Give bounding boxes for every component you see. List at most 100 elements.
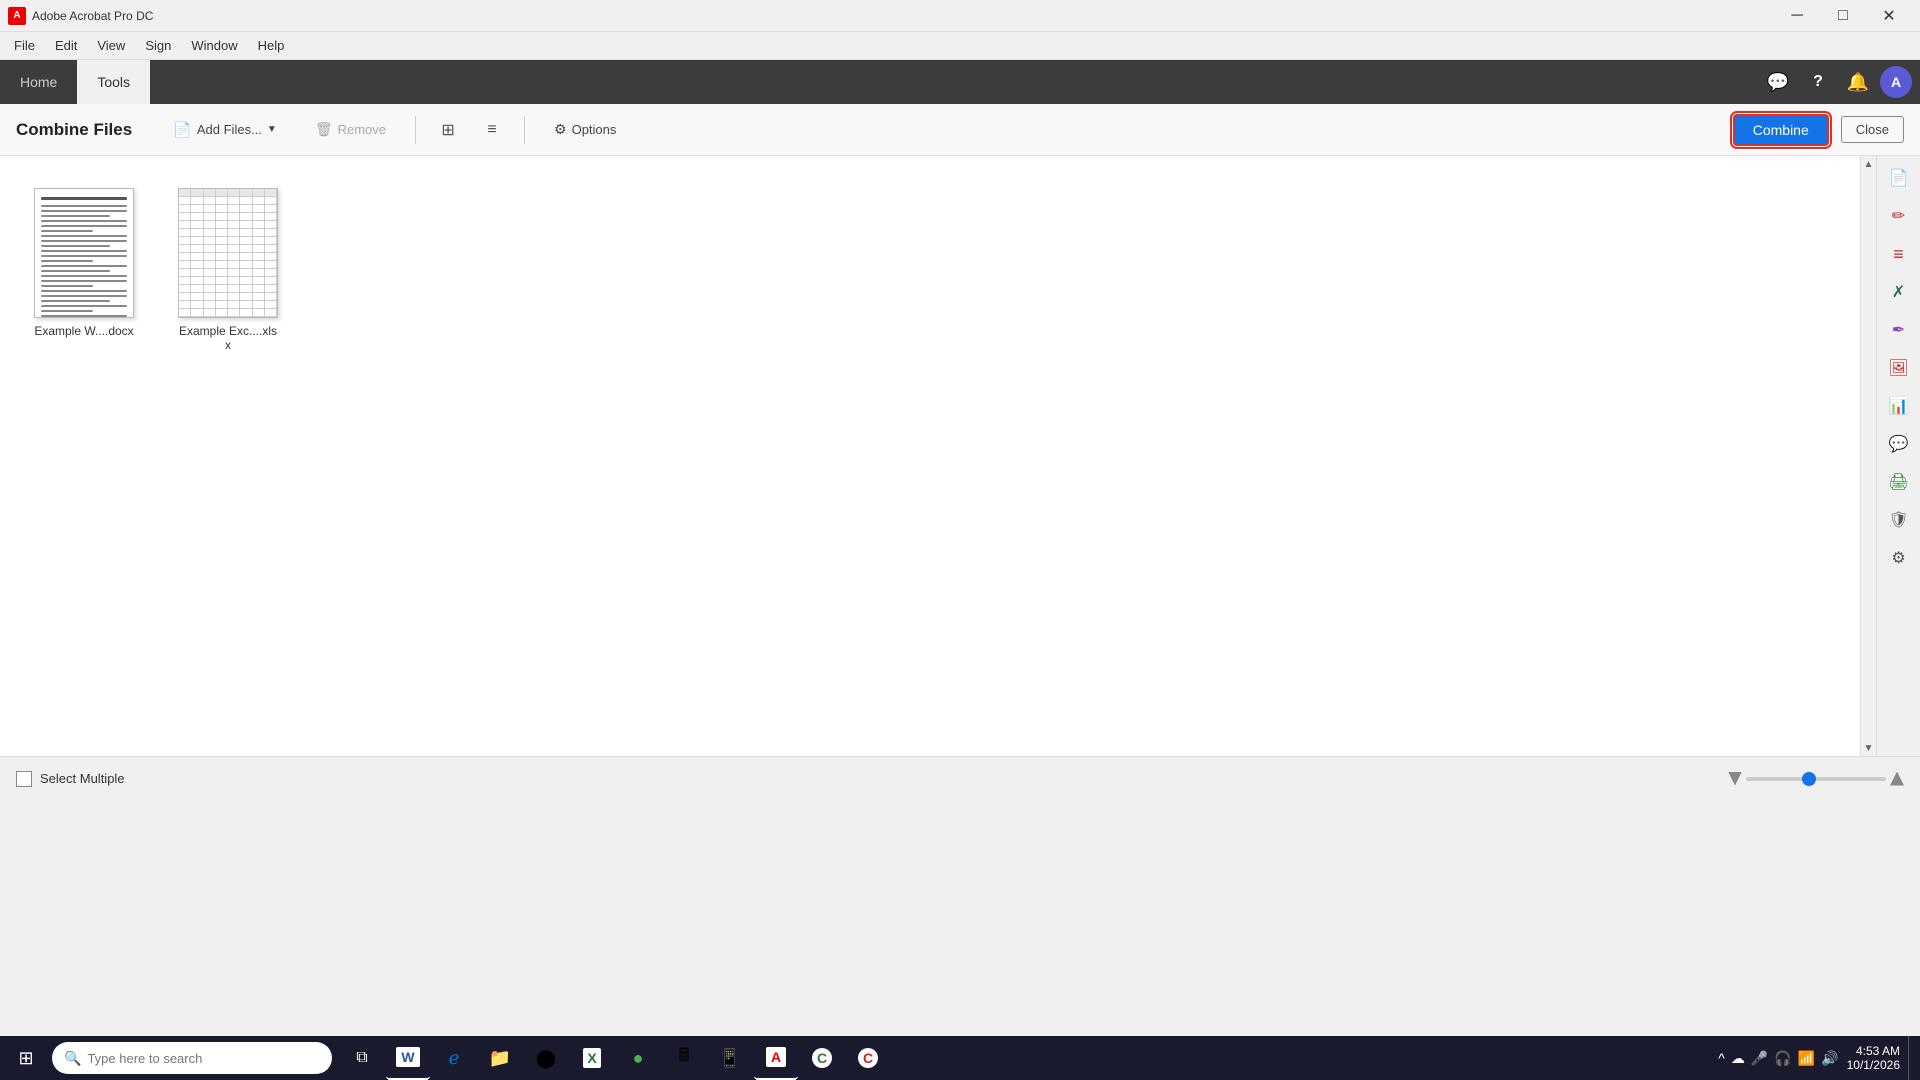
taskbar-app-edge[interactable]: ℯ: [432, 1036, 476, 1080]
menu-help[interactable]: Help: [248, 34, 295, 57]
tray-cloud-icon[interactable]: ☁: [1731, 1050, 1745, 1067]
taskbar: ⊞ 🔍 ⧉ W ℯ 📁 ⬤ X ● 🖩 📱: [0, 1036, 1920, 1080]
scroll-down-arrow[interactable]: ▼: [1861, 740, 1877, 756]
menu-view[interactable]: View: [87, 34, 135, 57]
sidebar-tool-print[interactable]: 🖨: [1881, 464, 1917, 500]
scroll-up-arrow[interactable]: ▲: [1861, 156, 1877, 172]
taskbar-app-explorer[interactable]: 📁: [478, 1036, 522, 1080]
calculator-icon: 🖩: [679, 1043, 690, 1073]
green-app-icon: ●: [633, 1048, 644, 1069]
taskbar-time[interactable]: 4:53 AM 10/1/2026: [1847, 1044, 1908, 1072]
sidebar-tool-organize[interactable]: ≡: [1881, 236, 1917, 272]
right-sidebar: 📄 ✏ ≡ ✗ ✒ 🖼 📊 💬 🖨 🛡 ⚙: [1876, 156, 1920, 756]
minimize-button[interactable]: ─: [1774, 0, 1820, 32]
list-item[interactable]: Example Exc....xlsx: [168, 180, 288, 360]
list-item[interactable]: Example W....docx: [24, 180, 144, 360]
file-thumbnail-docx: [34, 188, 134, 318]
grid-view-button[interactable]: ⊞: [432, 114, 464, 146]
tray-wifi-icon[interactable]: 📶: [1798, 1050, 1815, 1067]
taskbar-app-green[interactable]: ●: [616, 1036, 660, 1080]
search-input[interactable]: [87, 1051, 320, 1066]
help-icon-btn[interactable]: ?: [1800, 64, 1836, 100]
file-area: Example W....docx: [0, 156, 1860, 756]
image-sidebar-icon: 🖼: [1888, 358, 1908, 378]
c1-icon: C: [812, 1048, 832, 1068]
taskbar-search-box[interactable]: 🔍: [52, 1042, 332, 1074]
sidebar-tool-settings[interactable]: ⚙: [1881, 540, 1917, 576]
sidebar-tool-sign[interactable]: ✒: [1881, 312, 1917, 348]
select-multiple-area: Select Multiple: [16, 771, 125, 787]
select-multiple-checkbox[interactable]: [16, 771, 32, 787]
sidebar-tool-edit[interactable]: ✏: [1881, 198, 1917, 234]
comment-sidebar-icon: 💬: [1889, 434, 1909, 454]
edge-icon: ℯ: [449, 1048, 460, 1069]
taskbar-tray: ^ ☁ 🎤 🎧 📶 🔊: [1718, 1050, 1846, 1067]
data-sidebar-icon: 📊: [1889, 396, 1909, 416]
close-window-button[interactable]: ✕: [1866, 0, 1912, 32]
taskbar-app-chrome[interactable]: ⬤: [524, 1036, 568, 1080]
taskbar-app-c1[interactable]: C: [800, 1036, 844, 1080]
remove-button[interactable]: 🗑 Remove: [302, 114, 399, 145]
file-thumbnail-xlsx: [178, 188, 278, 318]
tab-home[interactable]: Home: [0, 60, 77, 104]
close-panel-button[interactable]: Close: [1841, 116, 1904, 143]
sidebar-tool-image[interactable]: 🖼: [1881, 350, 1917, 386]
tray-headset-icon[interactable]: 🎧: [1774, 1050, 1791, 1067]
sidebar-tool-security[interactable]: 🛡: [1881, 502, 1917, 538]
sidebar-tool-comment[interactable]: 💬: [1881, 426, 1917, 462]
zoom-controls: [1728, 772, 1904, 786]
toolbar-title: Combine Files: [16, 120, 132, 140]
acrobat-icon: A: [766, 1047, 786, 1067]
start-button[interactable]: ⊞: [4, 1036, 48, 1080]
options-gear-icon: ⚙: [554, 121, 567, 138]
word-icon: W: [396, 1047, 419, 1067]
add-files-button[interactable]: 📄 Add Files... ▼: [160, 114, 290, 146]
zoom-in-button[interactable]: [1890, 772, 1904, 786]
nav-bar: Home Tools 💬 ? 🔔 A: [0, 60, 1920, 104]
menu-file[interactable]: File: [4, 34, 45, 57]
show-desktop-button[interactable]: [1908, 1036, 1916, 1080]
remove-icon: 🗑: [315, 121, 333, 138]
grid-icon: ⊞: [441, 120, 454, 140]
taskbar-app-excel[interactable]: X: [570, 1036, 614, 1080]
chat-icon-btn[interactable]: 💬: [1760, 64, 1796, 100]
restore-button[interactable]: □: [1820, 0, 1866, 32]
taskbar-app-taskview[interactable]: ⧉: [340, 1036, 384, 1080]
combine-button[interactable]: Combine: [1733, 114, 1829, 146]
clock-date: 10/1/2026: [1847, 1058, 1900, 1072]
scroll-track[interactable]: [1861, 172, 1877, 740]
taskbar-app-word[interactable]: W: [386, 1036, 430, 1080]
help-icon: ?: [1813, 73, 1823, 91]
title-bar: A Adobe Acrobat Pro DC ─ □ ✕: [0, 0, 1920, 32]
taskbar-app-calculator[interactable]: 🖩: [662, 1036, 706, 1080]
nav-icons: 💬 ? 🔔 A: [1760, 60, 1920, 104]
tray-chevron-icon[interactable]: ^: [1718, 1050, 1725, 1066]
list-icon: ≡: [487, 121, 496, 139]
zoom-out-button[interactable]: [1728, 772, 1742, 786]
zoom-thumb[interactable]: [1802, 772, 1816, 786]
taskbar-app-c2[interactable]: C: [846, 1036, 890, 1080]
list-view-button[interactable]: ≡: [476, 114, 508, 146]
menu-sign[interactable]: Sign: [135, 34, 181, 57]
options-button[interactable]: ⚙ Options: [541, 114, 629, 145]
sidebar-tool-data[interactable]: 📊: [1881, 388, 1917, 424]
chat-icon: 💬: [1767, 72, 1789, 93]
sidebar-tool-pdf[interactable]: 📄: [1881, 160, 1917, 196]
tab-tools[interactable]: Tools: [77, 60, 150, 104]
c2-icon: C: [858, 1048, 878, 1068]
menu-edit[interactable]: Edit: [45, 34, 87, 57]
mobile-icon: 📱: [719, 1048, 741, 1069]
shield-sidebar-icon: 🛡: [1888, 510, 1908, 530]
toolbar: Combine Files 📄 Add Files... ▼ 🗑 Remove …: [0, 104, 1920, 156]
zoom-slider[interactable]: [1746, 777, 1886, 781]
sidebar-tool-xlsx[interactable]: ✗: [1881, 274, 1917, 310]
status-bar: Select Multiple: [0, 756, 1920, 800]
tray-speaker-icon[interactable]: 🔊: [1821, 1050, 1838, 1067]
tray-mic-icon[interactable]: 🎤: [1751, 1050, 1768, 1067]
menu-window[interactable]: Window: [181, 34, 247, 57]
bell-icon-btn[interactable]: 🔔: [1840, 64, 1876, 100]
taskbar-app-acrobat[interactable]: A: [754, 1036, 798, 1080]
user-avatar[interactable]: A: [1880, 66, 1912, 98]
taskbar-app-mobile[interactable]: 📱: [708, 1036, 752, 1080]
print-sidebar-icon: 🖨: [1888, 472, 1908, 492]
